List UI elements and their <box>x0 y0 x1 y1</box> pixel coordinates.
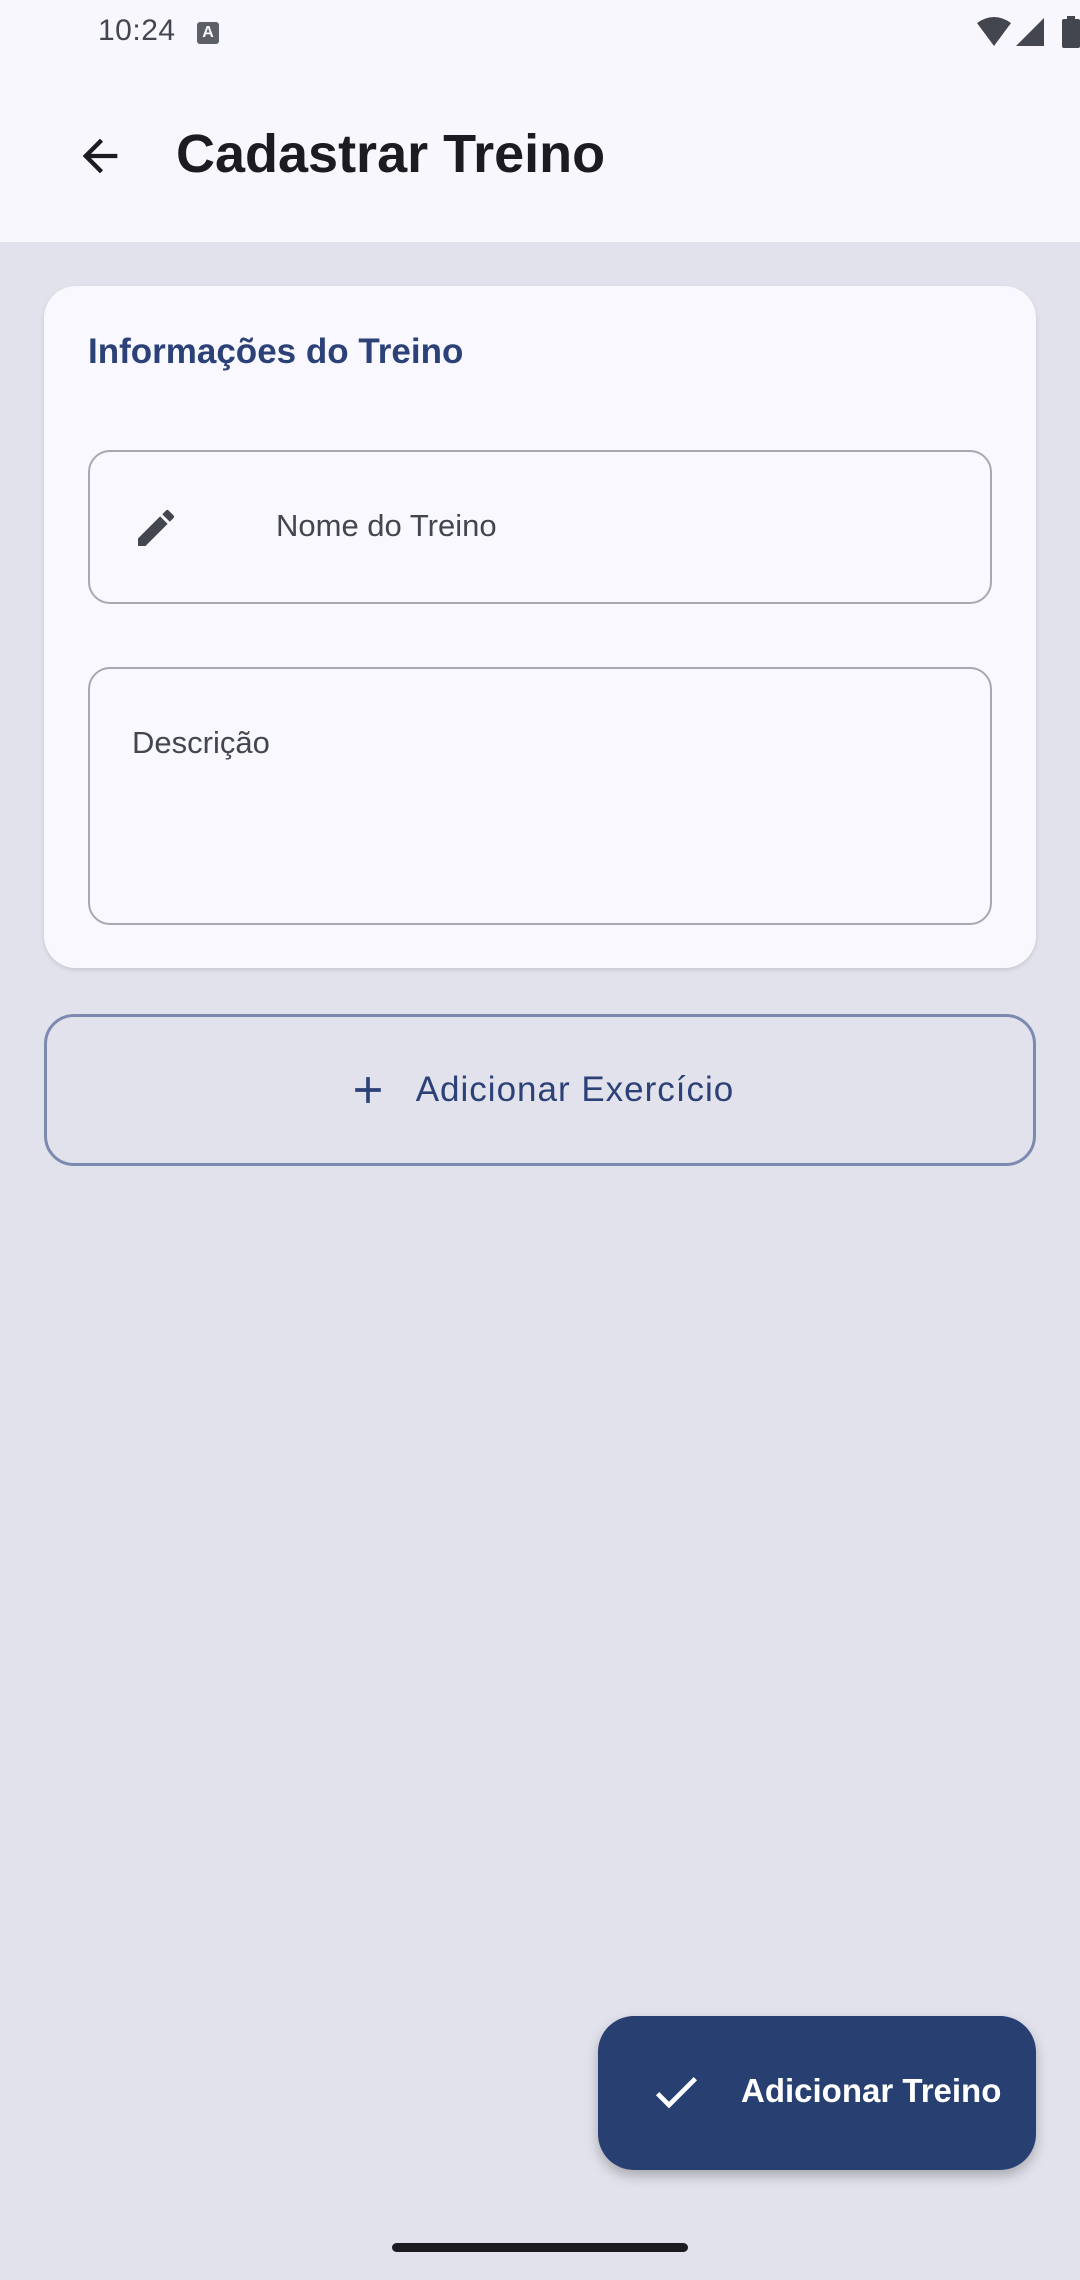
training-name-field[interactable]: Nome do Treino <box>88 450 992 604</box>
signal-icon <box>1016 18 1044 46</box>
gesture-nav-handle[interactable] <box>392 2243 688 2252</box>
a-icon: A <box>197 22 219 44</box>
training-info-card: Informações do Treino Nome do Treino Des… <box>44 286 1036 968</box>
check-icon <box>655 2077 697 2109</box>
status-icons <box>880 16 1080 52</box>
app-bar: Cadastrar Treino <box>0 66 1080 242</box>
plus-icon <box>354 1077 381 1103</box>
card-title: Informações do Treino <box>88 332 464 371</box>
battery-icon <box>1062 16 1080 48</box>
add-training-button[interactable]: Adicionar Treino <box>598 2016 1036 2170</box>
back-button[interactable] <box>60 116 140 196</box>
pencil-icon <box>138 509 175 546</box>
wifi-icon <box>977 17 1011 46</box>
status-time: 10:24 <box>98 14 176 47</box>
add-exercise-label: Adicionar Exercício <box>415 1070 735 1109</box>
description-placeholder: Descrição <box>132 725 270 760</box>
page-title: Cadastrar Treino <box>176 124 606 184</box>
add-exercise-button[interactable]: Adicionar Exercício <box>44 1014 1036 1166</box>
arrow-back-icon <box>82 138 118 174</box>
add-training-label: Adicionar Treino <box>741 2072 1002 2109</box>
training-name-placeholder: Nome do Treino <box>276 508 497 543</box>
description-field[interactable]: Descrição <box>88 667 992 925</box>
status-bar: 10:24 A <box>0 0 1080 66</box>
